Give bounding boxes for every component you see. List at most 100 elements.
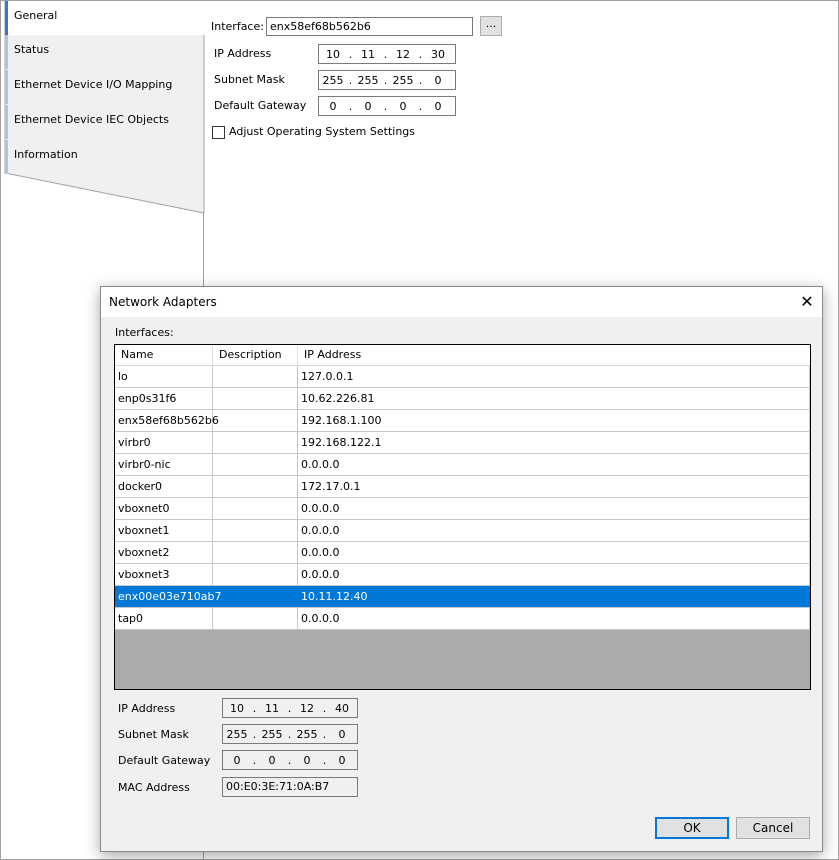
- cell-name: vboxnet1: [115, 520, 213, 541]
- cell-name: vboxnet2: [115, 542, 213, 563]
- ip-octet: 11: [361, 47, 375, 61]
- column-header-name[interactable]: Name: [115, 345, 213, 365]
- tab-label: Status: [14, 43, 50, 56]
- cell-name: vboxnet3: [115, 564, 213, 585]
- cell-ip: 0.0.0.0: [298, 454, 810, 475]
- cell-description: [213, 454, 298, 475]
- table-row-selected[interactable]: enx00e03e710ab7 10.11.12.40: [115, 586, 810, 608]
- cell-name: lo: [115, 366, 213, 387]
- interface-label: Interface:: [211, 20, 264, 33]
- ip-octet: 0: [233, 753, 241, 767]
- table-row[interactable]: docker0 172.17.0.1: [115, 476, 810, 498]
- cell-ip: 192.168.122.1: [298, 432, 810, 453]
- tab-ethernet-device-iec-objects[interactable]: Ethernet Device IEC Objects: [5, 105, 205, 139]
- cell-description: [213, 608, 298, 629]
- list-rows: lo 127.0.0.1 enp0s31f6 10.62.226.81 enx58e…: [115, 366, 810, 630]
- ip-octet: 30: [431, 47, 445, 61]
- cell-name: enx00e03e710ab7: [115, 586, 222, 607]
- cell-ip: 127.0.0.1: [298, 366, 810, 387]
- table-row[interactable]: tap0 0.0.0.0: [115, 608, 810, 630]
- dialog-ip-address-label: IP Address: [118, 702, 176, 715]
- cell-description: [213, 476, 298, 497]
- cell-name: docker0: [115, 476, 213, 497]
- network-adapters-dialog: Network Adapters ✕ Interfaces: Name Desc…: [100, 286, 823, 852]
- interfaces-label: Interfaces:: [115, 326, 174, 339]
- cell-description: [213, 388, 298, 409]
- cell-description: [213, 410, 298, 431]
- ip-octet: 255: [357, 73, 379, 87]
- interfaces-list[interactable]: Name Description IP Address lo 127.0.0.1 …: [114, 344, 811, 690]
- table-row[interactable]: vboxnet3 0.0.0.0: [115, 564, 810, 586]
- ip-octet: 0: [434, 73, 442, 87]
- default-gateway-field[interactable]: 0. 0. 0. 0: [318, 96, 456, 116]
- subnet-mask-label: Subnet Mask: [214, 73, 285, 86]
- cell-name: virbr0: [115, 432, 213, 453]
- cell-ip: 0.0.0.0: [298, 498, 810, 519]
- cell-name: virbr0-nic: [115, 454, 213, 475]
- ip-octet: 255: [226, 727, 248, 741]
- close-icon[interactable]: ✕: [792, 287, 822, 317]
- table-row[interactable]: vboxnet2 0.0.0.0: [115, 542, 810, 564]
- subnet-mask-field[interactable]: 255. 255. 255. 0: [318, 70, 456, 90]
- cell-description: [213, 498, 298, 519]
- ip-address-label: IP Address: [214, 47, 272, 60]
- ip-octet: 11: [265, 701, 279, 715]
- tab-strip: General Status Ethernet Device I/O Mappi…: [1, 1, 205, 241]
- ip-octet: 12: [396, 47, 410, 61]
- column-header-description[interactable]: Description: [213, 345, 298, 365]
- cell-description: [213, 520, 298, 541]
- cell-name: vboxnet0: [115, 498, 213, 519]
- tab-label: General: [14, 9, 58, 22]
- tab-indicator: [5, 1, 8, 35]
- ip-octet: 255: [296, 727, 318, 741]
- table-row[interactable]: vboxnet0 0.0.0.0: [115, 498, 810, 520]
- tab-status[interactable]: Status: [5, 35, 205, 69]
- cell-ip: 0.0.0.0: [298, 520, 810, 541]
- adjust-os-settings-label: Adjust Operating System Settings: [229, 125, 416, 138]
- default-gateway-label: Default Gateway: [214, 99, 307, 112]
- dialog-ip-address-field: 10. 11. 12. 40: [222, 698, 358, 718]
- ok-button[interactable]: OK: [655, 817, 729, 839]
- tab-ethernet-device-io-mapping[interactable]: Ethernet Device I/O Mapping: [5, 70, 205, 104]
- ip-octet: 0: [434, 99, 442, 113]
- table-row[interactable]: enp0s31f6 10.62.226.81: [115, 388, 810, 410]
- interface-field[interactable]: enx58ef68b562b6: [266, 17, 473, 36]
- table-row[interactable]: virbr0 192.168.122.1: [115, 432, 810, 454]
- tab-indicator: [5, 105, 8, 139]
- table-row[interactable]: vboxnet1 0.0.0.0: [115, 520, 810, 542]
- tab-label: Information: [14, 148, 78, 161]
- tab-general[interactable]: General: [5, 1, 205, 35]
- cell-description: [213, 564, 298, 585]
- adjust-os-settings-checkbox[interactable]: [212, 126, 225, 139]
- cell-description: [213, 366, 298, 387]
- mac-address-label: MAC Address: [118, 781, 190, 794]
- ip-octet: 40: [335, 701, 349, 715]
- table-row[interactable]: lo 127.0.0.1: [115, 366, 810, 388]
- ip-octet: 0: [399, 99, 407, 113]
- table-row[interactable]: virbr0-nic 0.0.0.0: [115, 454, 810, 476]
- cell-description: [213, 586, 298, 607]
- dialog-default-gateway-label: Default Gateway: [118, 754, 211, 767]
- ip-octet: 255: [322, 73, 344, 87]
- ip-octet: 10: [230, 701, 244, 715]
- ip-octet: 0: [329, 99, 337, 113]
- dialog-title: Network Adapters: [109, 295, 217, 309]
- ip-octet: 0: [268, 753, 276, 767]
- browse-interface-button[interactable]: ...: [480, 16, 502, 36]
- cell-ip: 0.0.0.0: [298, 542, 810, 563]
- tab-information[interactable]: Information: [5, 140, 205, 174]
- column-header-ip-address[interactable]: IP Address: [298, 345, 810, 365]
- cell-ip: 10.11.12.40: [298, 586, 810, 607]
- ip-octet: 0: [303, 753, 311, 767]
- ip-address-field[interactable]: 10. 11. 12. 30: [318, 44, 456, 64]
- cell-ip: 10.62.226.81: [298, 388, 810, 409]
- cell-name: enp0s31f6: [115, 388, 213, 409]
- tab-indicator: [5, 140, 8, 174]
- cell-ip: 172.17.0.1: [298, 476, 810, 497]
- table-row[interactable]: enx58ef68b562b6 192.168.1.100: [115, 410, 810, 432]
- cancel-button[interactable]: Cancel: [736, 817, 810, 839]
- ip-octet: 255: [261, 727, 283, 741]
- dialog-titlebar: Network Adapters ✕: [101, 287, 822, 317]
- tab-label: Ethernet Device I/O Mapping: [14, 78, 173, 91]
- dialog-subnet-mask-field: 255. 255. 255. 0: [222, 724, 358, 744]
